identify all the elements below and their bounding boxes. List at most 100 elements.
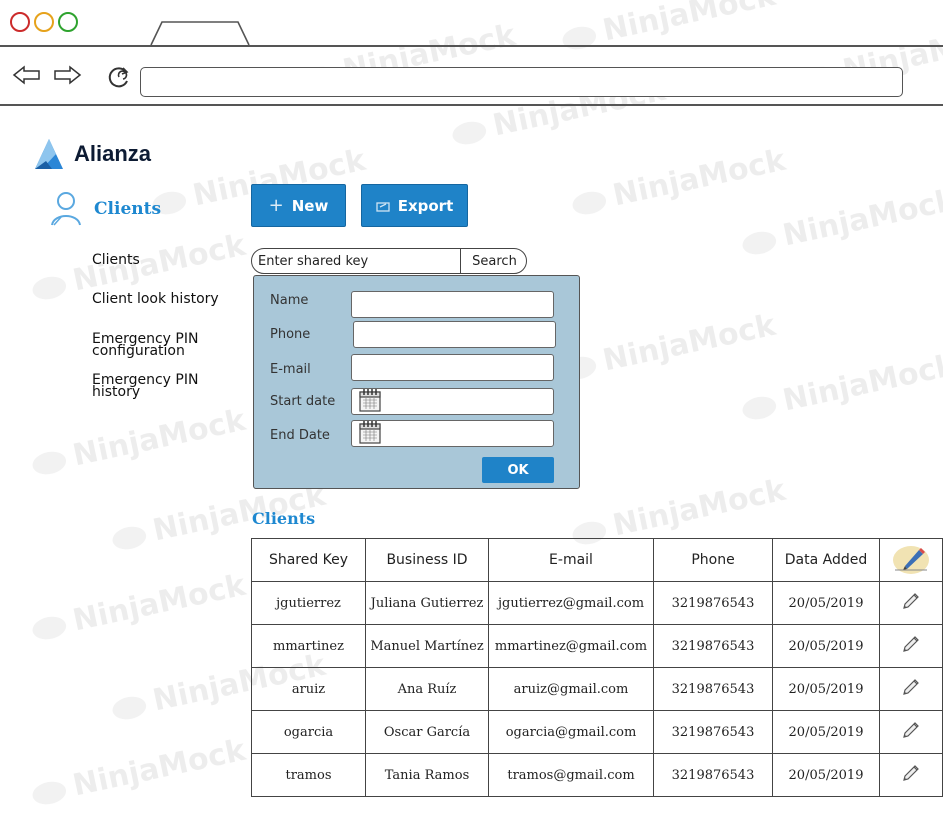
sidebar-item-label: Emergency PIN history xyxy=(92,372,199,400)
ok-button-label: OK xyxy=(507,462,529,478)
edit-pencil-header-icon xyxy=(893,546,929,574)
email-cell: mmartinez@gmail.com xyxy=(488,624,654,668)
table-row[interactable]: tramos Tania Ramos tramos@gmail.com 3219876… xyxy=(251,753,943,797)
phone-field[interactable] xyxy=(353,321,556,348)
column-header[interactable]: Phone xyxy=(653,538,773,582)
sidebar-item-emergency-pin-configuration[interactable]: Emergency PIN configuration xyxy=(92,331,199,359)
column-header[interactable]: Shared Key xyxy=(251,538,366,582)
plus-icon: + xyxy=(268,195,284,216)
table-header-row: Shared Key Business ID E-mail Phone Data… xyxy=(251,538,943,582)
date-added-cell: 20/05/2019 xyxy=(772,710,880,754)
chrome-bottom-divider xyxy=(0,104,943,106)
address-bar[interactable] xyxy=(140,67,903,97)
table-row[interactable]: aruiz Ana Ruíz aruiz@gmail.com 3219876543 20… xyxy=(251,667,943,711)
brand-logo: Alianza xyxy=(32,137,151,171)
column-header[interactable]: E-mail xyxy=(488,538,654,582)
sidebar-item-client-look-history[interactable]: Client look history xyxy=(92,291,219,307)
shared-key-cell: jgutierrez xyxy=(251,581,366,625)
edit-pencil-icon xyxy=(903,722,919,738)
phone-cell: 3219876543 xyxy=(653,581,773,625)
edit-row-button[interactable] xyxy=(879,667,943,711)
name-label: Name xyxy=(270,293,309,308)
watermark: NinjaMock xyxy=(739,348,943,427)
reload-icon[interactable] xyxy=(106,64,132,90)
calendar-icon[interactable] xyxy=(358,387,382,413)
email-label: E-mail xyxy=(270,362,311,377)
back-arrow-icon[interactable] xyxy=(12,65,42,85)
edit-pencil-icon xyxy=(903,636,919,652)
email-field[interactable] xyxy=(351,354,554,381)
maximize-window-button[interactable] xyxy=(58,12,78,32)
search-button-label: Search xyxy=(472,253,517,269)
export-button-label: Export xyxy=(397,196,454,215)
date-added-cell: 20/05/2019 xyxy=(772,753,880,797)
column-header[interactable]: Data Added xyxy=(772,538,880,582)
edit-row-button[interactable] xyxy=(879,624,943,668)
search-button[interactable]: Search xyxy=(460,249,526,273)
search-bar: Search xyxy=(251,248,527,274)
edit-row-button[interactable] xyxy=(879,581,943,625)
date-added-cell: 20/05/2019 xyxy=(772,581,880,625)
phone-label: Phone xyxy=(270,327,311,342)
name-field[interactable] xyxy=(351,291,554,318)
edit-pencil-icon xyxy=(903,593,919,609)
window-controls xyxy=(10,12,78,32)
table-row[interactable]: ogarcia Oscar García ogarcia@gmail.com 3219… xyxy=(251,710,943,754)
column-header[interactable]: Business ID xyxy=(365,538,489,582)
edit-pencil-icon xyxy=(903,679,919,695)
sidebar-header[interactable]: Clients xyxy=(50,191,161,227)
shared-key-cell: aruiz xyxy=(251,667,366,711)
phone-cell: 3219876543 xyxy=(653,753,773,797)
sidebar-item-clients[interactable]: Clients xyxy=(92,252,140,268)
forward-arrow-icon[interactable] xyxy=(52,65,82,85)
shared-key-search-input[interactable] xyxy=(252,249,460,273)
export-icon xyxy=(376,201,390,212)
business-id-cell: Juliana Gutierrez xyxy=(365,581,489,625)
edit-row-button[interactable] xyxy=(879,710,943,754)
shared-key-cell: mmartinez xyxy=(251,624,366,668)
user-icon xyxy=(51,192,81,226)
sidebar-item-label: Emergency PIN configuration xyxy=(92,331,199,359)
close-window-button[interactable] xyxy=(10,12,30,32)
clients-section-title: Clients xyxy=(252,509,316,528)
start-date-label: Start date xyxy=(270,394,336,409)
watermark: NinjaMock xyxy=(559,308,779,387)
brand-name: Alianza xyxy=(74,141,152,166)
edit-row-button[interactable] xyxy=(879,753,943,797)
watermark: NinjaMock xyxy=(29,403,249,482)
new-button[interactable]: + New xyxy=(251,184,346,227)
sidebar-item-label: Client look history xyxy=(92,291,219,307)
shared-key-cell: tramos xyxy=(251,753,366,797)
calendar-icon[interactable] xyxy=(358,419,382,445)
table-row[interactable]: jgutierrez Juliana Gutierrez jgutierrez@gm… xyxy=(251,581,943,625)
sidebar-item-emergency-pin-history[interactable]: Emergency PIN history xyxy=(92,372,199,400)
new-button-label: New xyxy=(291,196,329,215)
phone-cell: 3219876543 xyxy=(653,624,773,668)
watermark: NinjaMock xyxy=(739,183,943,262)
email-cell: tramos@gmail.com xyxy=(488,753,654,797)
email-cell: ogarcia@gmail.com xyxy=(488,710,654,754)
shared-key-cell: ogarcia xyxy=(251,710,366,754)
business-id-cell: Ana Ruíz xyxy=(365,667,489,711)
business-id-cell: Tania Ramos xyxy=(365,753,489,797)
date-added-cell: 20/05/2019 xyxy=(772,624,880,668)
watermark: NinjaMock xyxy=(569,143,789,222)
date-added-cell: 20/05/2019 xyxy=(772,667,880,711)
table-row[interactable]: mmartinez Manuel Martínez mmartinez@gmail.… xyxy=(251,624,943,668)
ok-button[interactable]: OK xyxy=(482,457,554,483)
export-button[interactable]: Export xyxy=(361,184,468,227)
business-id-cell: Oscar García xyxy=(365,710,489,754)
minimize-window-button[interactable] xyxy=(34,12,54,32)
end-date-label: End Date xyxy=(270,428,330,443)
browser-chrome xyxy=(0,0,943,108)
email-cell: aruiz@gmail.com xyxy=(488,667,654,711)
edit-pencil-icon xyxy=(903,765,919,781)
browser-tab[interactable] xyxy=(150,20,250,46)
business-id-cell: Manuel Martínez xyxy=(365,624,489,668)
edit-column-header xyxy=(879,538,943,582)
clients-table: Shared Key Business ID E-mail Phone Data… xyxy=(251,538,943,797)
filter-panel: Name Phone E-mail Start date End Date OK xyxy=(253,275,580,489)
sidebar-item-label: Clients xyxy=(92,252,140,268)
email-cell: jgutierrez@gmail.com xyxy=(488,581,654,625)
watermark: NinjaMock xyxy=(29,568,249,647)
